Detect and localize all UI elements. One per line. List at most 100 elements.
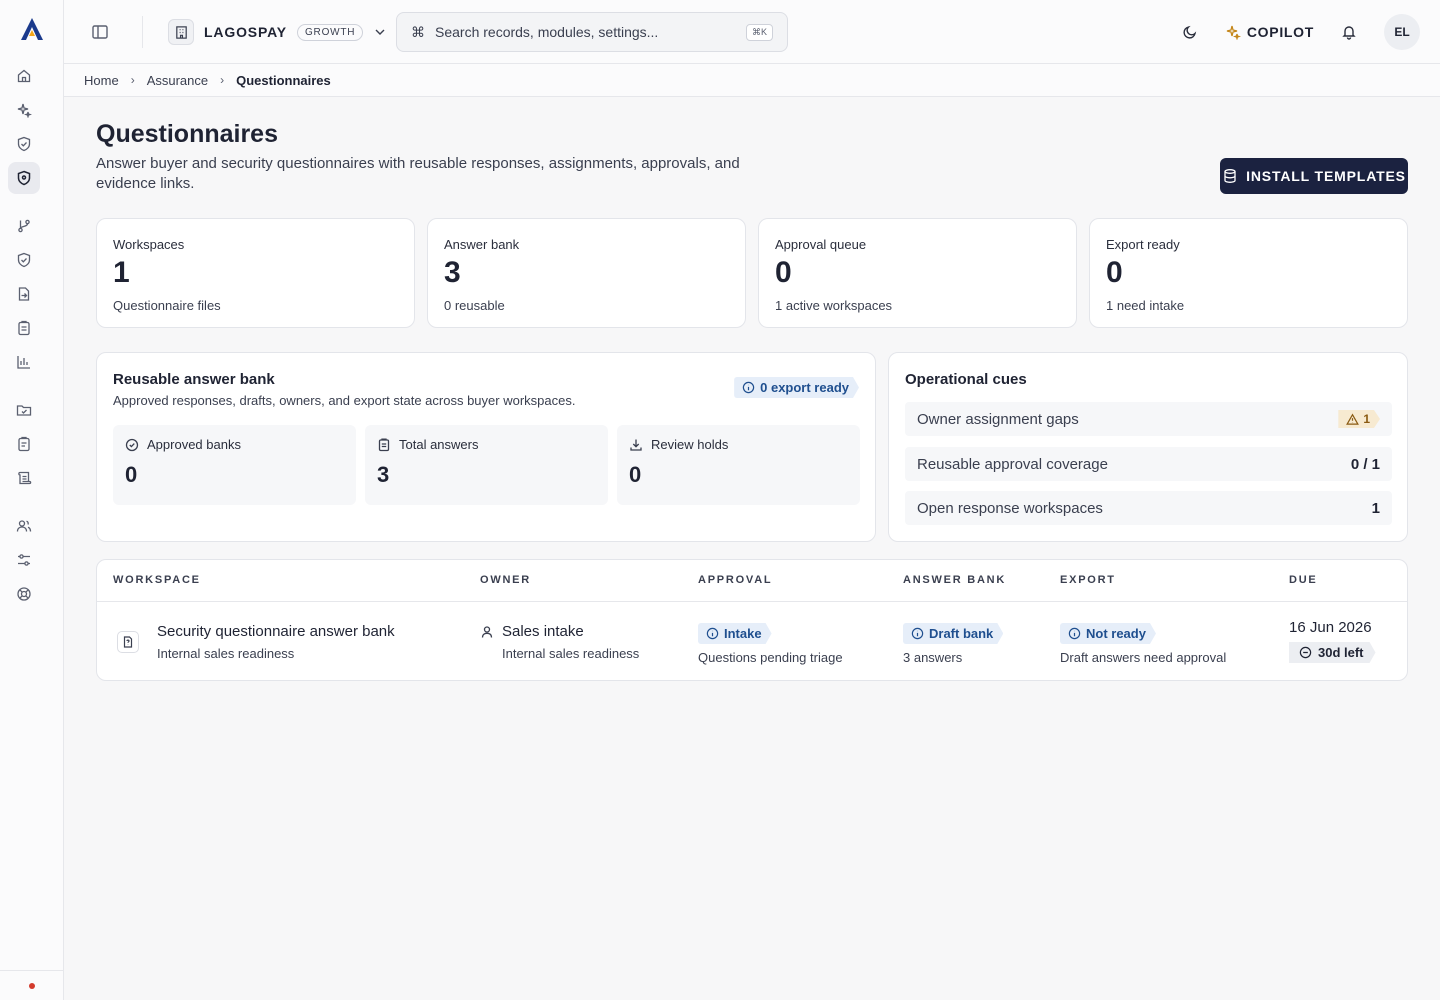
column-header-answer-bank[interactable]: ANSWER BANK [903, 574, 1006, 586]
install-templates-label: INSTALL TEMPLATES [1246, 168, 1406, 184]
approval-status: Intake [724, 626, 762, 641]
chevron-down-icon [375, 29, 385, 35]
stat-card-workspaces: Workspaces 1 Questionnaire files [96, 218, 415, 328]
metric-value: 0 [125, 462, 138, 487]
cell-export: Not ready Draft answers need approval [1060, 623, 1226, 665]
folder-check-icon[interactable] [8, 394, 40, 426]
stat-value: 0 [1106, 256, 1123, 289]
file-sync-icon[interactable] [8, 278, 40, 310]
cue-label: Open response workspaces [917, 499, 1103, 517]
answer-bank-sub: 3 answers [903, 650, 963, 665]
cue-value: 1 [1363, 412, 1370, 426]
cue-label: Owner assignment gaps [917, 410, 1079, 428]
cues-title: Operational cues [905, 371, 1027, 388]
sliders-icon[interactable] [8, 544, 40, 576]
lifebuoy-icon[interactable] [8, 578, 40, 610]
cell-workspace: Security questionnaire answer bank Inter… [157, 623, 395, 661]
git-branch-icon[interactable] [8, 210, 40, 242]
due-left-badge: 30d left [1289, 642, 1376, 663]
left-rail [0, 0, 64, 1000]
export-ready-badge: 0 export ready [734, 377, 859, 398]
bar-chart-icon[interactable] [8, 346, 40, 378]
avatar[interactable]: EL [1384, 14, 1420, 50]
stat-value: 0 [775, 256, 792, 289]
moon-icon[interactable] [1175, 17, 1205, 47]
operational-cues-panel: Operational cues Owner assignment gaps 1… [888, 352, 1408, 542]
export-sub: Draft answers need approval [1060, 650, 1227, 665]
status-dot [29, 983, 35, 989]
clipboard-icon[interactable] [8, 428, 40, 460]
column-header-approval[interactable]: APPROVAL [698, 574, 772, 586]
approval-badge: Intake [698, 623, 772, 644]
copilot-label: COPILOT [1246, 24, 1314, 40]
cue-value: 1 [1371, 499, 1380, 517]
info-icon [1068, 627, 1081, 640]
home-icon[interactable] [8, 60, 40, 92]
search-placeholder: Search records, modules, settings... [435, 24, 659, 40]
column-header-export[interactable]: EXPORT [1060, 574, 1116, 586]
column-header-workspace[interactable]: WORKSPACE [113, 574, 201, 586]
divider [142, 16, 143, 48]
stat-label: Export ready [1106, 237, 1180, 252]
breadcrumb: Home › Assurance › Questionnaires [64, 64, 1440, 97]
stat-label: Workspaces [113, 237, 185, 252]
shield-outline-icon[interactable] [8, 244, 40, 276]
answer-bank-panel: Reusable answer bank Approved responses,… [96, 352, 876, 542]
user-icon [481, 625, 493, 638]
cue-label: Reusable approval coverage [917, 455, 1108, 473]
scroll-icon[interactable] [8, 462, 40, 494]
cell-due: 16 Jun 2026 30d left [1289, 619, 1376, 663]
search-input[interactable]: ⌘ Search records, modules, settings... ⌘… [396, 12, 788, 52]
stat-card-export-ready: Export ready 0 1 need intake [1089, 218, 1408, 328]
cue-open-response-workspaces[interactable]: Open response workspaces 1 [905, 491, 1392, 525]
info-icon [706, 627, 719, 640]
metric-label: Approved banks [147, 437, 241, 452]
shield-check-icon[interactable] [8, 128, 40, 160]
app-logo[interactable] [18, 15, 46, 43]
sparkles-icon[interactable] [8, 94, 40, 126]
metric-label: Total answers [399, 437, 479, 452]
org-name: LAGOSPAY [204, 24, 287, 40]
breadcrumb-home[interactable]: Home [84, 73, 119, 88]
database-icon [1224, 169, 1236, 183]
stat-sub: 1 need intake [1106, 298, 1185, 313]
command-icon: ⌘ [411, 23, 425, 40]
cue-owner-assignment-gaps[interactable]: Owner assignment gaps 1 [905, 402, 1392, 436]
clipboard-list-icon[interactable] [8, 312, 40, 344]
export-status: Not ready [1086, 626, 1146, 641]
install-templates-button[interactable]: INSTALL TEMPLATES [1220, 158, 1408, 194]
shield-icon[interactable] [8, 162, 40, 194]
answer-bank-status: Draft bank [929, 626, 994, 641]
metric-value: 0 [629, 462, 642, 487]
info-icon [911, 627, 924, 640]
workspace-name[interactable]: Security questionnaire answer bank [157, 623, 395, 640]
stat-value: 1 [113, 256, 130, 289]
users-icon[interactable] [8, 510, 40, 542]
minus-circle-icon [1299, 646, 1312, 659]
top-actions: COPILOT EL [1175, 14, 1420, 50]
cue-reusable-approval-coverage[interactable]: Reusable approval coverage 0 / 1 [905, 447, 1392, 481]
sidebar-toggle-icon[interactable] [90, 22, 110, 42]
column-header-owner[interactable]: OWNER [480, 574, 531, 586]
column-header-due[interactable]: DUE [1289, 574, 1318, 586]
breadcrumb-current: Questionnaires [236, 72, 331, 88]
rail-footer [0, 970, 64, 1000]
answer-bank-badge: Draft bank [903, 623, 1003, 644]
org-switcher[interactable]: LAGOSPAY GROWTH [168, 18, 387, 46]
metric-value: 3 [377, 462, 390, 487]
building-icon [168, 19, 194, 45]
workspace-sub: Internal sales readiness [157, 646, 295, 661]
cue-value: 0 / 1 [1350, 455, 1380, 473]
info-icon [742, 381, 755, 394]
breadcrumb-assurance[interactable]: Assurance [147, 73, 208, 88]
download-icon [630, 439, 642, 451]
bell-icon[interactable] [1334, 17, 1364, 47]
warning-icon [1346, 413, 1359, 426]
table-row[interactable]: Security questionnaire answer bank Inter… [97, 603, 1407, 681]
stat-sub: 0 reusable [444, 298, 505, 313]
due-date: 16 Jun 2026 [1289, 619, 1372, 636]
stat-label: Approval queue [775, 237, 867, 252]
search-shortcut: ⌘K [745, 23, 773, 41]
copilot-button[interactable]: COPILOT [1225, 24, 1314, 40]
cell-approval: Intake Questions pending triage [698, 623, 843, 665]
